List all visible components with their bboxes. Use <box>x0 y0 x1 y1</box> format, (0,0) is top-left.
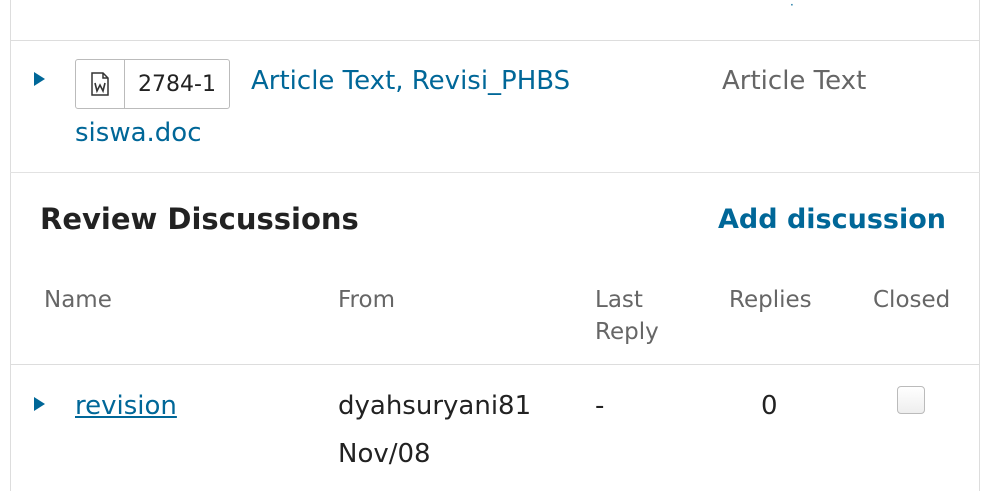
file-expand-toggle[interactable] <box>34 72 45 86</box>
discussion-closed-checkbox[interactable] <box>897 386 925 414</box>
column-header-replies: Replies <box>729 287 812 313</box>
header-divider <box>10 364 980 365</box>
file-type-label: Article Text <box>722 66 867 96</box>
discussion-name-link[interactable]: revision <box>75 388 177 424</box>
column-header-last-reply-line1: Last <box>595 287 643 313</box>
file-id: 2784-1 <box>138 71 216 97</box>
file-name-link-continued[interactable]: siswa.doc <box>75 118 201 148</box>
column-header-name: Name <box>44 287 112 313</box>
file-name-link[interactable]: Article Text, Revisi_PHBS <box>251 66 570 96</box>
column-header-last-reply: Last Reply <box>595 284 659 348</box>
column-header-closed: Closed <box>873 287 951 313</box>
word-document-icon <box>76 60 125 108</box>
top-edge-mark: · <box>790 0 794 12</box>
discussion-replies-count: 0 <box>761 391 778 421</box>
column-header-last-reply-line2: Reply <box>595 319 659 345</box>
discussion-from-user: dyahsuryani81 <box>338 391 532 421</box>
discussion-expand-toggle[interactable] <box>34 397 45 411</box>
section-title: Review Discussions <box>40 202 359 236</box>
add-discussion-button[interactable]: Add discussion <box>718 204 946 235</box>
discussion-last-reply: - <box>595 391 605 421</box>
discussion-from-date: Nov/08 <box>338 439 431 469</box>
file-badge: 2784-1 <box>75 59 230 109</box>
column-header-from: From <box>338 287 395 313</box>
